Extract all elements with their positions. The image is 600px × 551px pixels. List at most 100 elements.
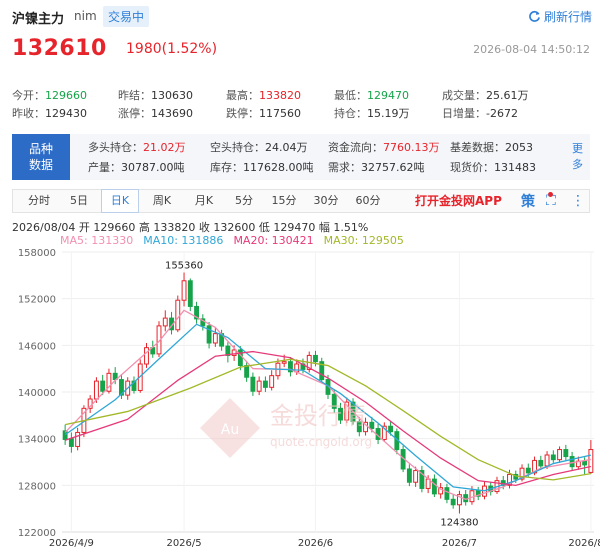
instrument-name: 沪镍主力: [12, 12, 65, 27]
stat-item: 最高：133820: [226, 87, 301, 103]
tab-6[interactable]: 15分: [265, 190, 303, 212]
candle-body: [75, 431, 81, 447]
candle-body: [331, 393, 337, 409]
stat-item: 昨结：130630: [118, 87, 193, 103]
variety-data-value: 117628.00吨: [243, 161, 314, 174]
more-link[interactable]: 更多: [572, 141, 584, 173]
variety-data-item: 需求：32757.62吨: [328, 159, 425, 175]
candle-body: [256, 380, 262, 392]
tab-5[interactable]: 5分: [227, 190, 261, 212]
candle-body: [281, 361, 287, 364]
stat-value: 143690: [151, 107, 193, 120]
candle-body: [269, 375, 275, 388]
candle-body: [93, 380, 99, 400]
candle-body: [212, 333, 218, 344]
candle-body: [68, 438, 74, 447]
strategy-icon[interactable]: 策: [521, 191, 535, 211]
tab-7[interactable]: 30分: [307, 190, 345, 212]
x-tick-label: 2026/8/4: [568, 538, 600, 549]
variety-data-label: 现货价：: [450, 161, 494, 174]
candle-body: [388, 425, 394, 433]
candle-body: [262, 380, 268, 388]
candle-body: [538, 459, 544, 467]
tab-0[interactable]: 分时: [21, 190, 57, 212]
y-tick-label: 152000: [18, 295, 56, 306]
stat-value: 129430: [45, 107, 87, 120]
refresh-button[interactable]: 刷新行情: [528, 8, 592, 25]
variety-data-label: 需求：: [328, 161, 361, 174]
fullscreen-icon[interactable]: ⛶: [546, 193, 556, 209]
stat-item: 持仓：15.19万: [334, 105, 410, 121]
variety-data-label: 多头持仓：: [88, 141, 143, 154]
stat-value: 15.19万: [367, 107, 410, 120]
stat-label: 成交量：: [442, 89, 486, 102]
stat-value: 129470: [367, 89, 409, 102]
candle-body: [406, 468, 412, 483]
candle-body: [100, 380, 106, 392]
last-price: 132610: [12, 36, 107, 61]
y-tick-label: 146000: [18, 341, 56, 352]
x-tick-label: 2026/7: [442, 538, 477, 549]
candle-body: [313, 354, 318, 363]
candle-body: [356, 421, 362, 433]
y-tick-label: 140000: [18, 388, 56, 399]
price-change: 1980(1.52%): [126, 41, 218, 57]
candle-body: [563, 449, 569, 458]
stat-value: 25.61万: [486, 89, 529, 102]
candle-body: [557, 449, 563, 461]
variety-data-item: 多头持仓：21.02万: [88, 139, 186, 155]
stat-label: 跌停：: [226, 107, 259, 120]
instrument-header: 沪镍主力 nim 交易中 刷新行情: [0, 0, 600, 32]
refresh-label: 刷新行情: [543, 10, 592, 24]
x-tick-label: 2026/5: [166, 538, 201, 549]
stat-value: -2672: [486, 107, 518, 120]
candle-body: [181, 280, 187, 301]
instrument-code: nim: [74, 9, 97, 23]
candle-body: [550, 454, 556, 461]
stat-label: 昨结：: [118, 89, 151, 102]
variety-data-value: 32757.62吨: [361, 161, 425, 174]
candle-body: [144, 347, 149, 365]
candle-body: [250, 376, 256, 392]
quote-timestamp: 2026-08-04 14:50:12: [473, 43, 590, 56]
candle-body: [413, 470, 419, 483]
candle-body: [244, 365, 250, 378]
x-tick-label: 2026/4/9: [49, 538, 94, 549]
refresh-icon: [528, 10, 541, 23]
candle-body: [544, 454, 550, 467]
quote-bar: 132610 1980(1.52%) 2026-08-04 14:50:12: [0, 32, 600, 68]
y-tick-label: 134000: [18, 435, 56, 446]
open-app-link[interactable]: 打开金投网APP: [415, 190, 502, 212]
period-tabs: 打开金投网APP 策 ⛶ ⋮ 分时 5日 日K 周K 月K 5分 15分 30分 60分: [12, 189, 590, 213]
extreme-label: 155360: [165, 261, 203, 272]
settings-dots-icon[interactable]: ⋮: [571, 193, 585, 209]
variety-data-badge[interactable]: 品种 数据: [12, 134, 70, 180]
variety-data-panel: 品种 数据 更多 多头持仓：21.02万 空头持仓：24.04万 资金流向：7760…: [12, 134, 590, 180]
stat-label: 今开：: [12, 89, 45, 102]
variety-data-value: 131483: [494, 161, 536, 174]
stat-label: 日增量：: [442, 107, 486, 120]
candle-body: [569, 456, 575, 468]
candle-body: [162, 317, 168, 327]
stat-label: 持仓：: [334, 107, 367, 120]
candle-body: [431, 478, 437, 495]
variety-data-label: 产量：: [88, 161, 121, 174]
variety-data-value: 24.04万: [265, 141, 308, 154]
candle-body: [444, 487, 450, 500]
stat-value: 130630: [151, 89, 193, 102]
variety-data-label: 基差数据：: [450, 141, 505, 154]
stat-label: 最低：: [334, 89, 367, 102]
stat-value: 117560: [259, 107, 301, 120]
stat-label: 昨收：: [12, 107, 45, 120]
tab-2[interactable]: 日K: [101, 189, 139, 213]
kline-chart[interactable]: 1580001520001460001400001340001280001220…: [0, 246, 600, 551]
variety-data-item: 现货价：131483: [450, 159, 536, 175]
tab-1[interactable]: 5日: [61, 190, 97, 212]
tab-8[interactable]: 60分: [349, 190, 387, 212]
variety-data-value: 21.02万: [143, 141, 186, 154]
extreme-label: 124380: [440, 517, 478, 528]
candle-body: [369, 421, 375, 430]
tab-3[interactable]: 周K: [143, 190, 181, 212]
tab-4[interactable]: 月K: [185, 190, 223, 212]
x-tick-label: 2026/6: [298, 538, 333, 549]
